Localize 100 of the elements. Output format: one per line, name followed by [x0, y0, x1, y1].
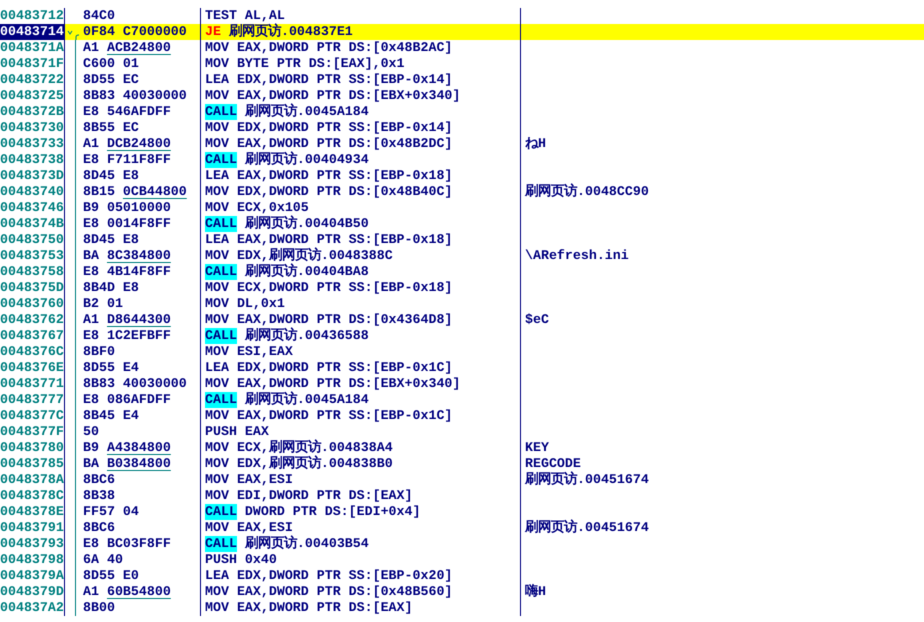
- operand-bytes: E8: [122, 280, 139, 296]
- opcode-bytes: E8: [83, 216, 99, 232]
- operand-bytes: 40030000: [122, 88, 187, 104]
- operands: ESI,EAX: [236, 344, 293, 360]
- operand-bytes: 04: [122, 504, 139, 520]
- operands: EAX,DWORD PTR DS:[0x48B2AC]: [236, 40, 452, 56]
- opcode-bytes: E8: [83, 392, 99, 408]
- opcode-bytes: 8D45: [83, 232, 115, 248]
- opcode-bytes: E8: [83, 264, 99, 280]
- operands: EDI,DWORD PTR DS:[EAX]: [236, 488, 413, 504]
- operand-bytes: F711F8FF: [106, 152, 171, 168]
- operands: EDX,DWORD PTR SS:[EBP-0x1C]: [236, 360, 452, 376]
- operand-bytes: 4B14F8FF: [106, 264, 171, 280]
- operands: DL,0x1: [236, 296, 285, 312]
- mnemonic: MOV: [205, 408, 229, 424]
- opcode-bytes: B9: [83, 440, 99, 456]
- mnemonic: MOV: [205, 200, 229, 216]
- mnemonic: LEA: [205, 168, 229, 184]
- opcode-bytes: 8BC6: [83, 472, 115, 488]
- mnemonic: MOV: [205, 40, 229, 56]
- mnemonic: JE: [205, 24, 221, 40]
- mnemonic: MOV: [205, 136, 229, 152]
- mnemonic: MOV: [205, 56, 229, 72]
- opcode-bytes: 8BC6: [83, 520, 115, 536]
- opcode-bytes: 8B83: [83, 376, 115, 392]
- opcode-bytes: 8B45: [83, 408, 115, 424]
- mnemonic: MOV: [205, 600, 229, 616]
- operands: ECX,刷网页访.004838A4: [236, 440, 393, 455]
- operands: 刷网页访.004837E1: [228, 24, 353, 40]
- mnemonic: CALL: [205, 216, 237, 232]
- operands: EAX,DWORD PTR SS:[EBP-0x18]: [236, 232, 452, 247]
- comment: 刷网页访.0048CC90: [525, 184, 649, 199]
- operand-bytes: E0: [122, 568, 139, 584]
- mnemonic: LEA: [205, 360, 229, 376]
- opcode-bytes: 8B38: [83, 488, 115, 504]
- mnemonic: CALL: [205, 504, 237, 520]
- mnemonic: LEA: [205, 568, 229, 584]
- opcode-bytes: B2: [83, 296, 99, 312]
- comment: ねH: [525, 136, 546, 151]
- operand-bytes: 1C2EFBFF: [106, 328, 171, 344]
- mnemonic: CALL: [205, 536, 237, 552]
- opcode-bytes: A1: [83, 40, 99, 56]
- operands: EAX,DWORD PTR SS:[EBP-0x1C]: [236, 408, 452, 424]
- operand-bytes: D8644300: [106, 312, 171, 328]
- comment: KEY: [525, 440, 549, 455]
- mnemonic: MOV: [205, 248, 229, 264]
- mnemonic: CALL: [205, 104, 237, 120]
- operands: 刷网页访.00436588: [244, 328, 369, 344]
- operands: 0x40: [244, 552, 277, 568]
- operand-bytes: 546AFDFF: [106, 104, 171, 120]
- operand-bytes: 60B54800: [106, 584, 171, 600]
- comment: \ARefresh.ini: [525, 248, 629, 263]
- mnemonic: MOV: [205, 280, 229, 296]
- opcode-bytes: 8B15: [83, 184, 115, 200]
- operand-bytes: BC03F8FF: [106, 536, 171, 552]
- mnemonic: MOV: [205, 120, 229, 136]
- operands: ECX,0x105: [236, 200, 309, 215]
- operands: EAX,DWORD PTR DS:[0x48B2DC]: [236, 136, 452, 151]
- operands: DWORD PTR DS:[EDI+0x4]: [244, 504, 420, 520]
- operands: BYTE PTR DS:[EAX],0x1: [236, 56, 405, 72]
- opcode-bytes: BA: [83, 456, 99, 472]
- jump-arrow-icon: [67, 28, 81, 40]
- opcode-bytes: A1: [83, 312, 99, 328]
- operand-bytes: B0384800: [106, 456, 171, 472]
- mnemonic: MOV: [205, 440, 229, 456]
- operand-bytes: ACB24800: [106, 40, 171, 56]
- operand-bytes: 086AFDFF: [106, 392, 171, 408]
- mnemonic: CALL: [205, 328, 237, 344]
- opcode-bytes: 8B55: [83, 120, 115, 136]
- operands: 刷网页访.0045A184: [244, 104, 369, 120]
- operands: AL,AL: [244, 8, 285, 23]
- comment: 嗨H: [525, 584, 546, 599]
- mnemonic: CALL: [205, 152, 237, 168]
- operands: EDX,DWORD PTR DS:[0x48B40C]: [236, 184, 452, 200]
- operands: 刷网页访.00404B50: [244, 216, 369, 232]
- comment: $eC: [525, 312, 549, 327]
- operands: 刷网页访.0045A184: [244, 392, 369, 408]
- mnemonic: MOV: [205, 472, 229, 488]
- operands: ECX,DWORD PTR SS:[EBP-0x18]: [236, 280, 452, 296]
- operand-bytes: 40030000: [122, 376, 187, 392]
- mnemonic: PUSH: [205, 424, 237, 440]
- opcode-bytes: A1: [83, 584, 99, 600]
- mnemonic: MOV: [205, 296, 229, 312]
- operands: EAX,DWORD PTR SS:[EBP-0x18]: [236, 168, 452, 184]
- operands: 刷网页访.00404BA8: [244, 264, 369, 280]
- operand-bytes: A4384800: [106, 440, 171, 456]
- mnemonic: MOV: [205, 488, 229, 504]
- mnemonic: LEA: [205, 72, 229, 88]
- opcode-bytes: 8D55: [83, 72, 115, 88]
- opcode-bytes: 8BF0: [83, 344, 115, 360]
- operands: EAX,DWORD PTR DS:[EBX+0x340]: [236, 376, 460, 391]
- opcode-bytes: 8B4D: [83, 280, 115, 296]
- opcode-bytes: 0F84: [83, 24, 115, 40]
- opcode-bytes: E8: [83, 152, 99, 168]
- operands: EAX,DWORD PTR DS:[0x48B560]: [236, 584, 452, 600]
- operand-bytes: 40: [106, 552, 123, 568]
- mnemonic: CALL: [205, 392, 237, 408]
- mnemonic: LEA: [205, 232, 229, 248]
- opcode-bytes: FF57: [83, 504, 115, 520]
- opcode-bytes: B9: [83, 200, 99, 216]
